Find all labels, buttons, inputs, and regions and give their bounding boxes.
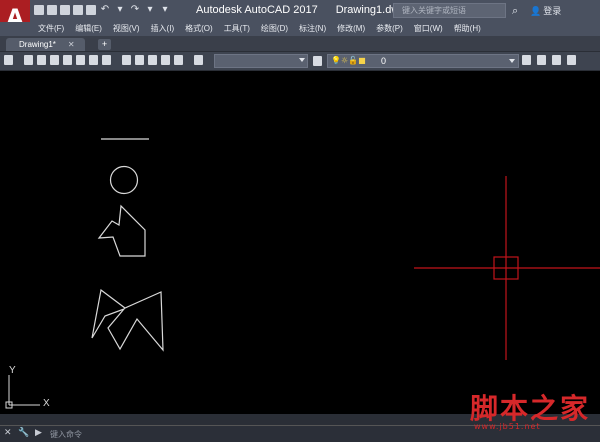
menu-format[interactable]: 格式(O): [183, 23, 222, 34]
view-left-icon[interactable]: [50, 55, 59, 65]
toolbar-separator: [115, 55, 118, 65]
drawn-objects: [91, 138, 164, 352]
polyline-arrow-object[interactable]: [97, 204, 146, 257]
watermark-url: www.jb51.net: [474, 422, 541, 431]
menu-draw[interactable]: 绘图(D): [259, 23, 297, 34]
user-icon: 👤: [530, 7, 542, 17]
command-prompt-icon: ▶: [35, 428, 42, 438]
ucs-x-label: X: [43, 398, 50, 409]
quick-access-toolbar: ↶ ▾ ↷ ▾ ▾: [34, 4, 171, 16]
drawing-canvas[interactable]: Y X: [0, 70, 600, 414]
layer-dropdown[interactable]: 💡☼🔓■ 0: [327, 54, 519, 68]
redo-icon[interactable]: ↷: [129, 4, 141, 16]
visual-style-hidden-icon[interactable]: [135, 55, 144, 65]
view-back-icon[interactable]: [89, 55, 98, 65]
menu-tools[interactable]: 工具(T): [222, 23, 259, 34]
menu-view[interactable]: 视图(V): [111, 23, 149, 34]
redo-dropdown-icon[interactable]: ▾: [144, 4, 156, 16]
named-views-icon[interactable]: [194, 55, 203, 65]
menu-parametric[interactable]: 参数(P): [374, 23, 412, 34]
undo-dropdown-icon[interactable]: ▾: [114, 4, 126, 16]
layer-states-icon[interactable]: [552, 55, 561, 65]
view-iso-icon[interactable]: [102, 55, 111, 65]
undo-icon[interactable]: ↶: [99, 4, 111, 16]
sign-in-button[interactable]: 👤 登录: [530, 4, 561, 17]
title-bar: A ↶ ▾ ↷ ▾ ▾ Autodesk AutoCAD 2017 Drawing…: [0, 0, 600, 36]
menu-dimension[interactable]: 标注(N): [297, 23, 335, 34]
new-tab-button[interactable]: +: [98, 39, 111, 50]
workspace-icon[interactable]: [4, 55, 13, 65]
login-label: 登录: [543, 6, 562, 16]
watermark-text: 脚本之家: [470, 392, 591, 425]
search-input[interactable]: 键入关键字或短语: [393, 3, 506, 18]
menu-bar: 文件(F) 编辑(E) 视图(V) 插入(I) 格式(O) 工具(T) 绘图(D…: [0, 22, 600, 36]
view-bottom-icon[interactable]: [37, 55, 46, 65]
circle-object[interactable]: [109, 165, 139, 195]
menu-file[interactable]: 文件(F): [36, 23, 73, 34]
visual-style-realistic-icon[interactable]: [148, 55, 157, 65]
make-current-layer-icon[interactable]: [522, 55, 531, 65]
menu-insert[interactable]: 插入(I): [149, 23, 184, 34]
print-icon[interactable]: [86, 5, 96, 15]
customize-qat-icon[interactable]: ▾: [159, 4, 171, 16]
tab-drawing1[interactable]: Drawing1* ✕: [6, 38, 85, 51]
file-tab-bar: Drawing1* ✕ +: [0, 36, 600, 52]
menu-modify[interactable]: 修改(M): [335, 23, 374, 34]
standard-toolbar: 💡☼🔓■ 0: [0, 52, 600, 71]
menu-window[interactable]: 窗口(W): [412, 23, 452, 34]
render-icon[interactable]: [174, 55, 183, 65]
crosshair-cursor: [414, 176, 600, 360]
menu-help[interactable]: 帮助(H): [452, 23, 490, 34]
tab-label: Drawing1*: [19, 40, 56, 49]
new-file-icon[interactable]: [34, 5, 44, 15]
window-title: Autodesk AutoCAD 2017 Drawing1.dwg: [196, 4, 405, 16]
layer-state-icons: 💡☼🔓■: [331, 56, 366, 65]
view-top-icon[interactable]: [24, 55, 33, 65]
visual-style-conceptual-icon[interactable]: [161, 55, 170, 65]
close-icon[interactable]: ✕: [68, 38, 75, 51]
layer-value: 0: [381, 56, 387, 66]
layer-previous-icon[interactable]: [537, 55, 546, 65]
save-icon[interactable]: [60, 5, 70, 15]
view-right-icon[interactable]: [63, 55, 72, 65]
layer-properties-icon[interactable]: [313, 56, 322, 66]
save-as-icon[interactable]: [73, 5, 83, 15]
polyline-bird-object[interactable]: [91, 288, 164, 352]
app-name: Autodesk AutoCAD 2017: [196, 4, 318, 16]
ucs-y-label: Y: [9, 365, 16, 376]
menu-edit[interactable]: 编辑(E): [73, 23, 111, 34]
dimension-style-icon[interactable]: [567, 55, 576, 65]
toolbar-separator: [17, 55, 20, 65]
view-dropdown[interactable]: [214, 54, 308, 68]
chevron-down-icon: [509, 59, 515, 63]
view-front-icon[interactable]: [76, 55, 85, 65]
wrench-icon[interactable]: 🔧: [18, 428, 29, 438]
open-file-icon[interactable]: [47, 5, 57, 15]
close-icon[interactable]: ✕: [4, 428, 12, 438]
ucs-icon: [5, 375, 40, 409]
binoculars-icon[interactable]: ⌕: [512, 4, 518, 18]
chevron-down-icon: [299, 58, 305, 62]
toolbar-separator: [187, 55, 190, 65]
visual-style-wireframe-icon[interactable]: [122, 55, 131, 65]
